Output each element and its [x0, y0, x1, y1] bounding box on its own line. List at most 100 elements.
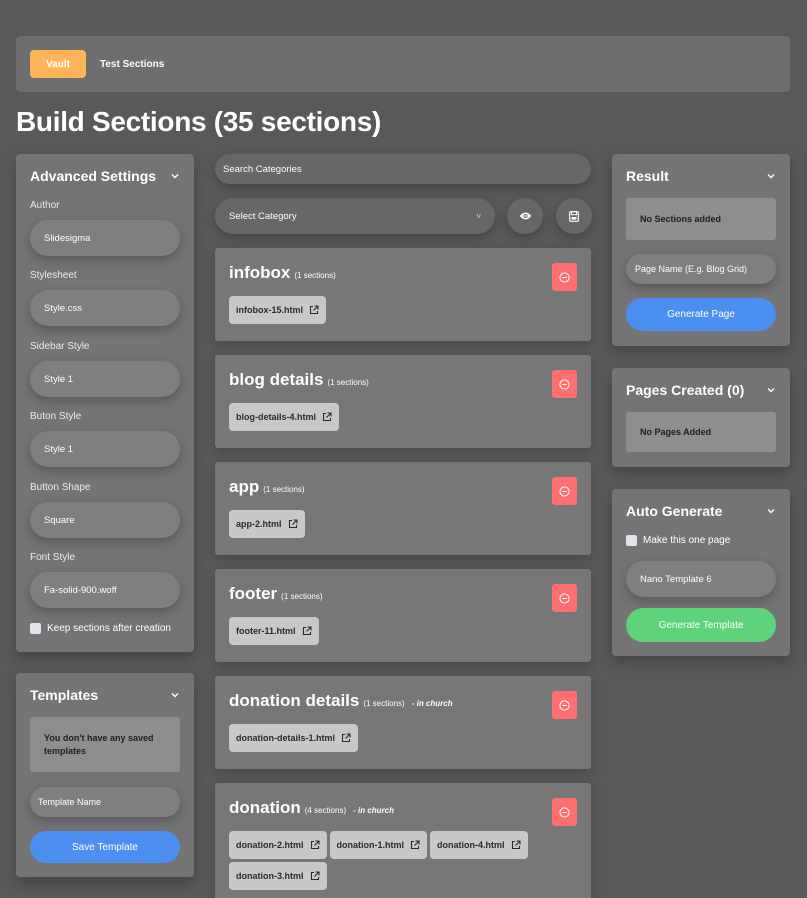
field-label: Author	[30, 200, 60, 211]
section-file-chip[interactable]: donation-4.html	[430, 831, 528, 859]
chevron-down-icon[interactable]	[766, 385, 776, 395]
settings-field-input[interactable]: Slidesigma	[30, 220, 180, 256]
remove-category-button[interactable]	[552, 584, 577, 612]
category-header: blog details (1 sections)	[229, 370, 369, 390]
save-button[interactable]	[556, 198, 592, 234]
section-file-chip[interactable]: infobox-15.html	[229, 296, 326, 324]
category-name: app	[229, 477, 260, 496]
template-select[interactable]: Nano Template 6	[626, 561, 776, 597]
category-card: infobox (1 sections) infobox-15.html	[215, 248, 591, 341]
keep-sections-row[interactable]: Keep sections after creation	[30, 623, 171, 634]
select-category-label: Select Category	[229, 210, 297, 222]
settings-field-input[interactable]: Fa-solid-900.woff	[30, 572, 180, 608]
chevron-down-icon[interactable]	[170, 690, 180, 700]
one-page-checkbox[interactable]	[626, 535, 637, 546]
section-file-chip[interactable]: app-2.html	[229, 510, 305, 538]
result-header[interactable]: Result	[612, 154, 790, 198]
field-label: Font Style	[30, 552, 76, 563]
panel-title: Templates	[30, 687, 99, 703]
category-card: footer (1 sections) footer-11.html	[215, 569, 591, 662]
minus-circle-icon	[559, 592, 570, 604]
section-file-chip[interactable]: donation-2.html	[229, 831, 327, 859]
settings-field-input[interactable]: Square	[30, 502, 180, 538]
section-file-name: donation-details-1.html	[236, 733, 335, 743]
category-parent: - in church	[353, 806, 395, 815]
search-categories-input[interactable]: Search Categories	[215, 154, 591, 184]
vault-button[interactable]: Vault	[30, 50, 86, 78]
generate-page-button[interactable]: Generate Page	[626, 298, 776, 331]
section-file-chip[interactable]: donation-1.html	[329, 831, 427, 859]
remove-category-button[interactable]	[552, 798, 577, 826]
remove-category-button[interactable]	[552, 691, 577, 719]
section-file-list: footer-11.html	[229, 617, 559, 645]
no-templates-notice: You don't have any saved templates	[30, 717, 180, 772]
section-file-list: donation-2.html donation-1.html donation-4…	[229, 831, 559, 890]
section-file-chip[interactable]: blog-details-4.html	[229, 403, 340, 431]
field-value: Style.css	[44, 302, 83, 314]
external-link-icon[interactable]	[322, 412, 332, 422]
auto-generate-header[interactable]: Auto Generate	[612, 489, 790, 533]
field-value: Slidesigma	[44, 232, 91, 244]
category-count: (1 sections)	[363, 699, 405, 708]
preview-button[interactable]	[507, 198, 543, 234]
category-count: (1 sections)	[263, 485, 305, 494]
external-link-icon[interactable]	[309, 305, 319, 315]
result-panel: Result No Sections added Page Name (E.g.…	[612, 154, 790, 346]
category-card: blog details (1 sections) blog-details-4.h…	[215, 355, 591, 448]
external-link-icon[interactable]	[511, 840, 521, 850]
generate-template-button[interactable]: Generate Template	[626, 608, 776, 642]
no-pages-notice: No Pages Added	[626, 412, 776, 452]
external-link-icon[interactable]	[341, 733, 351, 743]
category-header: app (1 sections)	[229, 477, 305, 497]
section-file-name: donation-1.html	[336, 840, 405, 850]
templates-header[interactable]: Templates	[16, 673, 194, 717]
category-header: footer (1 sections)	[229, 584, 323, 604]
remove-category-button[interactable]	[552, 477, 577, 505]
search-placeholder: Search Categories	[223, 163, 302, 175]
keep-sections-checkbox[interactable]	[30, 623, 41, 634]
panel-title: Pages Created (0)	[626, 382, 745, 398]
save-icon	[569, 210, 579, 222]
section-file-chip[interactable]: donation-3.html	[229, 862, 327, 890]
external-link-icon[interactable]	[302, 626, 312, 636]
save-template-button[interactable]: Save Template	[30, 831, 180, 863]
breadcrumb-test-sections[interactable]: Test Sections	[100, 59, 164, 70]
minus-circle-icon	[559, 806, 570, 818]
chevron-down-icon[interactable]	[170, 171, 180, 181]
pages-created-header[interactable]: Pages Created (0)	[612, 368, 790, 412]
advanced-settings-header[interactable]: Advanced Settings	[16, 154, 194, 198]
page-name-input[interactable]: Page Name (E.g. Blog Grid)	[626, 254, 776, 284]
field-value: Style 1	[44, 373, 74, 385]
category-header: donation details (1 sections) - in church	[229, 691, 453, 711]
field-label: Button Shape	[30, 482, 91, 493]
select-category-dropdown[interactable]: Select Category ˅	[215, 198, 495, 234]
section-file-chip[interactable]: donation-details-1.html	[229, 724, 358, 752]
section-file-chip[interactable]: footer-11.html	[229, 617, 319, 645]
external-link-icon[interactable]	[310, 840, 320, 850]
section-file-list: donation-details-1.html	[229, 724, 559, 752]
settings-field-input[interactable]: Style.css	[30, 290, 180, 326]
external-link-icon[interactable]	[310, 871, 320, 881]
no-templates-text: You don't have any saved templates	[44, 733, 154, 756]
one-page-row[interactable]: Make this one page	[626, 535, 730, 546]
template-name-input[interactable]: Template Name	[30, 787, 180, 817]
minus-circle-icon	[559, 271, 570, 283]
keep-sections-label: Keep sections after creation	[47, 623, 171, 634]
field-value: Square	[44, 514, 75, 526]
chevron-down-icon[interactable]	[766, 171, 776, 181]
panel-title: Result	[626, 168, 669, 184]
settings-field-input[interactable]: Style 1	[30, 431, 180, 467]
category-parent: - in church	[411, 699, 453, 708]
remove-category-button[interactable]	[552, 263, 577, 291]
section-file-name: footer-11.html	[236, 626, 296, 636]
settings-field-input[interactable]: Style 1	[30, 361, 180, 397]
category-count: (1 sections)	[327, 378, 369, 387]
section-file-name: blog-details-4.html	[236, 412, 317, 422]
external-link-icon[interactable]	[288, 519, 298, 529]
chevron-down-icon[interactable]	[766, 506, 776, 516]
eye-icon	[519, 212, 531, 220]
no-sections-notice: No Sections added	[626, 198, 776, 240]
external-link-icon[interactable]	[410, 840, 420, 850]
page-title: Build Sections (35 sections)	[16, 106, 382, 137]
remove-category-button[interactable]	[552, 370, 577, 398]
